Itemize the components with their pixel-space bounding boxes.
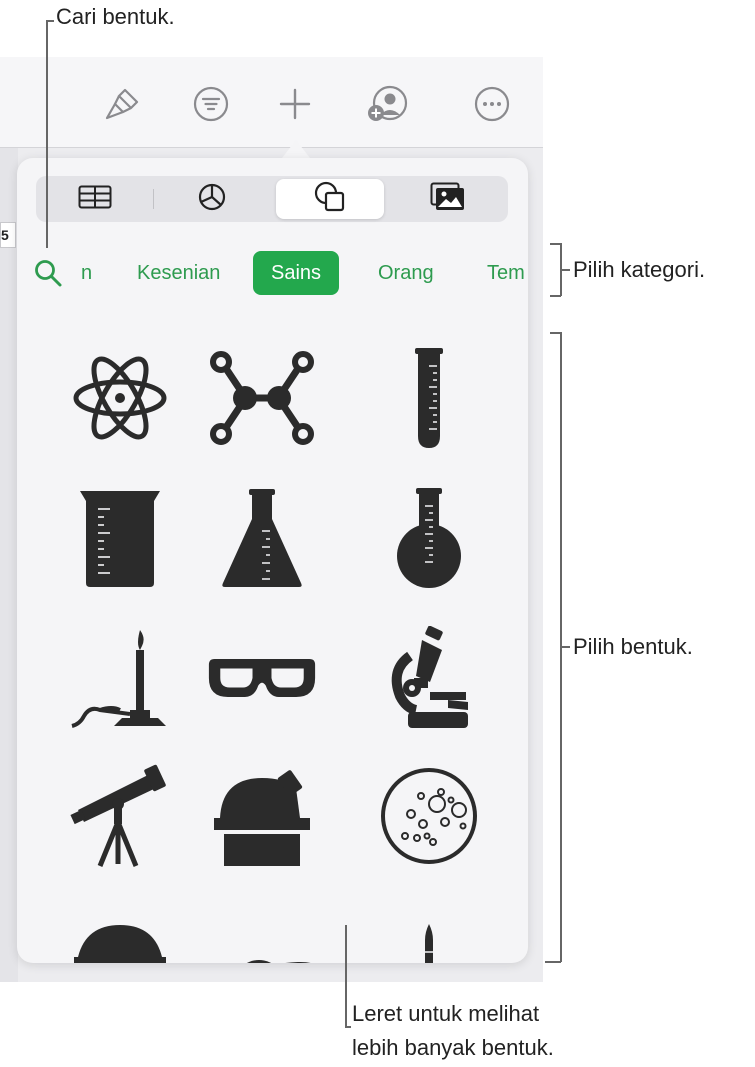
bunsen-burner-shape[interactable] [65,623,175,733]
round-flask-shape[interactable] [374,483,484,593]
callout-scroll-line2: lebih banyak bentuk. [352,1035,554,1060]
erlenmeyer-flask-shape[interactable] [207,483,317,593]
callout-category: Pilih kategori. [573,257,706,282]
category-item[interactable]: n [81,258,92,288]
tab-shapes[interactable] [276,179,384,219]
popover-arrow [282,140,310,158]
callout-scroll-line1: Leret untuk melihat [352,1001,540,1026]
callout-bracket-shape-bottom [545,961,561,963]
shapes-icon [313,180,347,219]
category-item-selected[interactable]: Sains [253,251,340,295]
callout-line-scroll [345,925,347,1027]
tab-media[interactable] [394,179,502,219]
chart-icon [197,182,227,217]
callout-search: Cari bentuk. [56,4,175,29]
insert-type-tabs [36,176,508,222]
planetarium-shape[interactable] [65,900,175,963]
rocket-shape[interactable] [374,900,484,963]
callout-line-scroll-tick [345,1026,351,1028]
table-icon [78,185,112,214]
search-icon[interactable] [33,258,63,288]
test-tube-shape[interactable] [374,343,484,453]
petri-dish-shape[interactable] [374,761,484,871]
category-item[interactable]: Orang [378,258,434,288]
atom-shape[interactable] [65,343,175,453]
category-item[interactable]: Tem [487,258,525,288]
tab-table[interactable] [41,179,149,219]
toolbar [0,57,543,148]
callout-bracket-category-bottom [550,295,561,297]
add-icon[interactable] [275,84,315,124]
callout-bracket-shape-top [550,332,561,334]
planet-shape[interactable] [207,908,317,963]
beaker-shape[interactable] [65,483,175,593]
goggles-shape[interactable] [207,623,317,733]
callout-bracket-shape-tick [560,646,570,648]
format-filter-icon[interactable] [191,84,231,124]
telescope-shape[interactable] [65,761,175,871]
category-item[interactable]: Kesenian [137,258,220,288]
more-icon[interactable] [472,84,512,124]
callout-bracket-category-tick [560,269,570,271]
callout-shape: Pilih bentuk. [573,634,693,659]
tab-divider [153,189,154,209]
observatory-shape[interactable] [207,761,317,871]
spreadsheet-edge [0,148,18,982]
tab-chart[interactable] [158,179,266,219]
paintbrush-icon[interactable] [103,84,143,124]
category-bar: n Kesenian Sains Orang Tem [17,248,528,298]
media-icon [430,182,466,217]
molecule-shape[interactable] [207,343,317,453]
callout-line-search [46,20,48,248]
collaborate-icon[interactable] [365,84,408,124]
cell-fragment: 5 [0,222,16,248]
insert-popover: n Kesenian Sains Orang Tem [17,158,528,963]
microscope-shape[interactable] [374,623,484,733]
callout-bracket-category-top [550,243,561,245]
callout-line-search-tick [46,20,54,22]
